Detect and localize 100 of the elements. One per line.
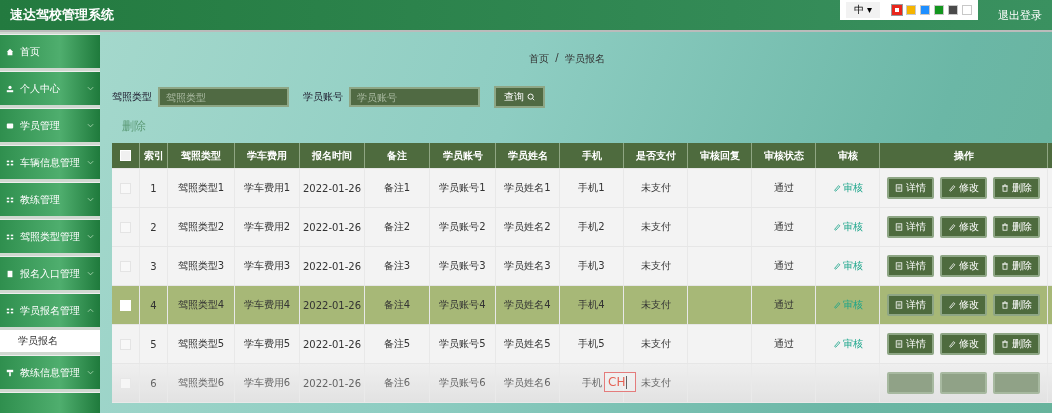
column-header: 学员姓名: [496, 143, 560, 168]
edit-button[interactable]: 修改: [940, 333, 987, 355]
color-swatch[interactable]: [920, 5, 930, 15]
table-cell: 通过: [773, 337, 794, 351]
table-cell: 1: [150, 182, 157, 194]
color-swatch[interactable]: [906, 5, 916, 15]
breadcrumb-link[interactable]: 学员报名: [564, 52, 605, 66]
sidebar-item[interactable]: 车辆信息管理: [0, 145, 100, 179]
edit-button[interactable]: 修改: [940, 255, 987, 277]
user-icon: [6, 84, 14, 93]
field-label: 学员账号: [303, 90, 343, 104]
table-cell: 通过: [773, 259, 794, 273]
grid-icon: [6, 232, 14, 241]
breadcrumb-link[interactable]: 首页: [529, 52, 550, 66]
delete-button[interactable]: 删除: [993, 216, 1040, 238]
color-swatch[interactable]: [962, 5, 972, 15]
document-icon: [895, 184, 903, 192]
table-cell: 学员姓名1: [504, 181, 551, 195]
language-dropdown[interactable]: 中 ▾: [845, 2, 880, 18]
search-field[interactable]: 驾照类型: [158, 87, 289, 107]
sidebar-subitem[interactable]: 学员报名: [0, 330, 100, 352]
delete-button[interactable]: 删除: [993, 333, 1040, 355]
sidebar-item[interactable]: 教练管理: [0, 182, 100, 216]
table-row[interactable]: 2 驾照类型2 学车费用2 2022-01-26 备注2 学员账号2 学员姓名2 手机2 未支付 通过 审核 详情 修改 删除: [112, 208, 1052, 247]
column-header: 是否支付: [624, 143, 688, 168]
trash-icon: [1001, 301, 1009, 309]
column-header: 学员账号: [430, 143, 496, 168]
table-cell: 学员姓名6: [504, 376, 551, 390]
trash-icon: [1001, 223, 1009, 231]
logout-link[interactable]: 退出登录: [998, 7, 1042, 23]
pin-icon: [6, 368, 14, 377]
sidebar-item[interactable]: 报名入口管理: [0, 256, 100, 290]
table-cell: 驾照类型1: [177, 181, 225, 195]
delete-button[interactable]: 删除: [993, 294, 1040, 316]
column-header: 学车费用: [235, 143, 300, 168]
pen-icon: [948, 184, 956, 192]
grid-icon: [6, 158, 14, 167]
action-button[interactable]: [887, 372, 934, 394]
delete-button[interactable]: 删除: [993, 255, 1040, 277]
trash-icon: [1001, 262, 1009, 270]
table-cell: 2022-01-26: [302, 182, 362, 194]
color-swatch[interactable]: [934, 5, 944, 15]
column-header: 驾照类型: [168, 143, 235, 168]
sidebar-item[interactable]: 教练信息管理: [0, 355, 100, 389]
details-button[interactable]: 详情: [887, 177, 934, 199]
table-cell: 学员账号4: [439, 298, 486, 312]
delete-button[interactable]: 删除: [993, 177, 1040, 199]
edit-button[interactable]: 修改: [940, 216, 987, 238]
column-header: 报名时间: [300, 143, 365, 168]
sidebar-item[interactable]: 学员报名管理: [0, 293, 100, 327]
details-button[interactable]: 详情: [887, 216, 934, 238]
pen-icon: [832, 340, 841, 348]
table-cell: 驾照类型2: [177, 220, 225, 234]
details-button[interactable]: 详情: [887, 255, 934, 277]
column-header: 操作: [880, 143, 1048, 168]
table-cell: 备注6: [383, 376, 411, 390]
home-icon: [6, 47, 14, 56]
table-cell: 学车费用2: [243, 220, 291, 234]
table-cell: 备注2: [383, 220, 411, 234]
table-row[interactable]: 1 驾照类型1 学车费用1 2022-01-26 备注1 学员账号1 学员姓名1 手机1 未支付 通过 审核 详情 修改 删除: [112, 169, 1052, 208]
column-header: 备注: [365, 143, 430, 168]
table-cell: 2: [150, 221, 157, 233]
sidebar-item[interactable]: [0, 392, 100, 413]
document-icon: [6, 269, 14, 278]
document-icon: [895, 301, 903, 309]
details-button[interactable]: 详情: [887, 294, 934, 316]
table-row[interactable]: 6 驾照类型6 学车费用6 2022-01-26 备注6 学员账号6 学员姓名6 手机 CH 未支付: [112, 364, 1052, 403]
sidebar-item[interactable]: 首页: [0, 34, 100, 68]
sidebar-item[interactable]: 学员管理: [0, 108, 100, 142]
trash-icon: [1001, 340, 1009, 348]
table-cell: 通过: [773, 181, 794, 195]
card-icon: [6, 121, 14, 130]
grid-icon: [6, 195, 14, 204]
table-cell: 2022-01-26: [302, 338, 362, 350]
edit-button[interactable]: 修改: [940, 294, 987, 316]
color-swatch[interactable]: [948, 5, 958, 15]
document-icon: [895, 340, 903, 348]
pen-icon: [832, 301, 841, 309]
table-cell: 学员账号6: [439, 376, 486, 390]
action-button[interactable]: [993, 372, 1040, 394]
details-button[interactable]: 详情: [887, 333, 934, 355]
table-cell: 手机5: [578, 337, 605, 351]
table-cell: 未支付: [640, 259, 671, 273]
table-cell: 未支付: [640, 181, 671, 195]
table-cell: 2022-01-26: [302, 260, 362, 272]
sidebar-item[interactable]: 个人中心: [0, 71, 100, 105]
search-button[interactable]: 查询: [494, 86, 545, 108]
color-swatch[interactable]: [892, 5, 902, 15]
table-cell: 通过: [773, 220, 794, 234]
search-field[interactable]: 学员账号: [349, 87, 480, 107]
action-button[interactable]: [940, 372, 987, 394]
table-cell: 备注4: [383, 298, 411, 312]
edit-button[interactable]: 修改: [940, 177, 987, 199]
table-cell: 2022-01-26: [302, 221, 362, 233]
table-cell: 学员姓名5: [504, 337, 551, 351]
pen-icon: [948, 340, 956, 348]
sidebar-item[interactable]: 驾照类型管理: [0, 219, 100, 253]
grid-icon: [6, 306, 14, 315]
table-row[interactable]: 4 驾照类型4 学车费用4 2022-01-26 备注4 学员账号4 学员姓名4 手机4 未支付 通过 审核 详情 修改 删除: [112, 286, 1052, 325]
table-cell: 手机2: [578, 220, 605, 234]
